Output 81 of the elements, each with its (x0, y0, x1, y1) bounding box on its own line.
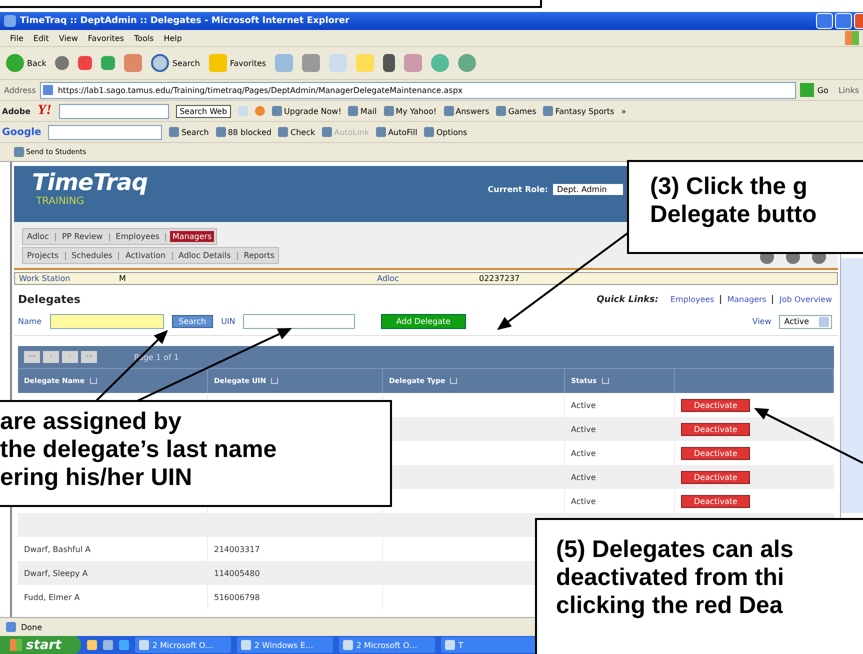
toolbar-button[interactable]: My Yahoo! (384, 106, 437, 116)
quick-launch-icon[interactable] (119, 640, 130, 650)
address-label: Address (4, 86, 36, 94)
toolbar-search-field[interactable] (58, 104, 169, 118)
name-input[interactable] (50, 314, 164, 329)
taskbar-button[interactable]: T (441, 637, 538, 653)
toolbar-button[interactable]: Search (169, 127, 209, 137)
callout-text: (3) Click the g Delegate butto (650, 173, 817, 229)
tab[interactable]: Reports (242, 250, 276, 261)
toolbar-button[interactable]: Fantasy Sports (543, 106, 614, 116)
deactivate-button[interactable]: Deactivate (681, 446, 750, 460)
menu-item[interactable]: Help (164, 34, 182, 42)
toolbar-button[interactable]: Answers (444, 106, 490, 116)
quick-link[interactable]: Employees (670, 295, 714, 304)
google-search-field[interactable] (48, 124, 162, 140)
name-label: Name (18, 317, 42, 326)
menu-item[interactable]: Edit (33, 34, 49, 42)
start-button[interactable]: start (0, 636, 82, 654)
taskbar-button[interactable]: 2 Microsoft O… (339, 637, 436, 653)
context-text: M (119, 274, 127, 283)
tab[interactable]: Adloc (25, 231, 51, 242)
toolbar-button[interactable]: Favorites (208, 54, 266, 72)
deactivate-button[interactable]: Deactivate (681, 494, 750, 508)
deactivate-button[interactable]: Deactivate (681, 470, 750, 484)
view-label: View (752, 317, 772, 326)
menu-item[interactable]: Tools (134, 34, 154, 42)
menu-item[interactable]: Favorites (88, 34, 124, 42)
tab[interactable]: PP Review (60, 231, 105, 242)
more-button[interactable]: » (621, 106, 626, 116)
yahoo-logo[interactable]: Y! (38, 103, 52, 119)
toolbar-button[interactable]: Check (278, 127, 316, 137)
quick-links-label: Quick Links: (596, 294, 658, 304)
app-title: TimeTraq (32, 170, 148, 196)
google-logo[interactable]: Google (2, 126, 42, 138)
quick-link[interactable]: Job Overview (779, 295, 832, 304)
scrollbar[interactable] (841, 258, 863, 513)
window-title: TimeTraq :: DeptAdmin :: Delegates - Microsoft Internet Explorer (20, 16, 350, 26)
menu-item[interactable]: View (58, 34, 78, 42)
view-select[interactable]: Active (779, 314, 832, 328)
toolbar-button[interactable]: Search (151, 54, 200, 72)
callout-text: are assigned by the delegate’s last name ering his/her UIN (0, 408, 277, 492)
toolbar-button[interactable]: AutoFill (376, 127, 418, 137)
menu-item[interactable]: File (10, 34, 24, 42)
minimize-icon[interactable] (816, 13, 833, 29)
tab[interactable]: Employees (114, 231, 162, 242)
tab[interactable]: Adloc Details (176, 250, 233, 261)
toolbar-button[interactable]: Upgrade Now! (272, 106, 342, 116)
role-select[interactable]: Dept. Admin (553, 184, 623, 195)
quick-link[interactable]: Managers (727, 295, 766, 304)
deactivate-button[interactable]: Deactivate (681, 422, 750, 436)
toolbar-button[interactable]: Mail (348, 106, 377, 116)
toolbar-button[interactable]: Options (424, 127, 468, 137)
toolbar-button[interactable]: Back (6, 54, 46, 72)
app-subtitle: TRAINING (36, 196, 86, 207)
tab[interactable]: Projects (25, 250, 61, 261)
status-text: Done (4, 622, 42, 632)
windows-logo-icon (845, 31, 859, 45)
tab[interactable]: Activation (123, 250, 168, 261)
role-label: Current Role: (488, 185, 548, 194)
search-web-button[interactable]: Search Web (176, 104, 232, 118)
taskbar-button[interactable]: 2 Windows E… (237, 637, 334, 653)
page-title: Delegates (18, 293, 80, 306)
toolbar-button[interactable]: Games (496, 106, 536, 116)
taskbar-button[interactable]: 2 Microsoft O… (135, 637, 232, 653)
maximize-icon[interactable] (835, 13, 852, 29)
quick-launch-icon[interactable] (87, 640, 98, 650)
toolbar-button[interactable]: 88 blocked (216, 127, 272, 137)
uin-input[interactable] (243, 314, 356, 329)
callout-text: (5) Delegates can als deactivated from thi clicking the red Dea (556, 536, 794, 620)
links-button[interactable]: Links (838, 86, 859, 94)
context-link[interactable]: Work Station (19, 274, 119, 283)
deactivate-button[interactable]: Deactivate (681, 398, 750, 412)
circle-icon[interactable] (55, 56, 70, 70)
context-link[interactable]: Adloc (377, 274, 479, 283)
context-text: 02237237 (479, 274, 520, 283)
tab[interactable]: Schedules (70, 250, 114, 261)
uin-label: UIN (221, 317, 236, 326)
address-field[interactable]: https://lab1.sago.tamus.edu/Training/timetraq/Pages/DeptAdmin/ManagerDelegateMaintenance.aspx (40, 82, 796, 98)
adobe-button[interactable]: Adobe (2, 106, 31, 116)
quick-launch-icon[interactable] (103, 640, 114, 650)
tab[interactable]: Managers (170, 231, 214, 242)
